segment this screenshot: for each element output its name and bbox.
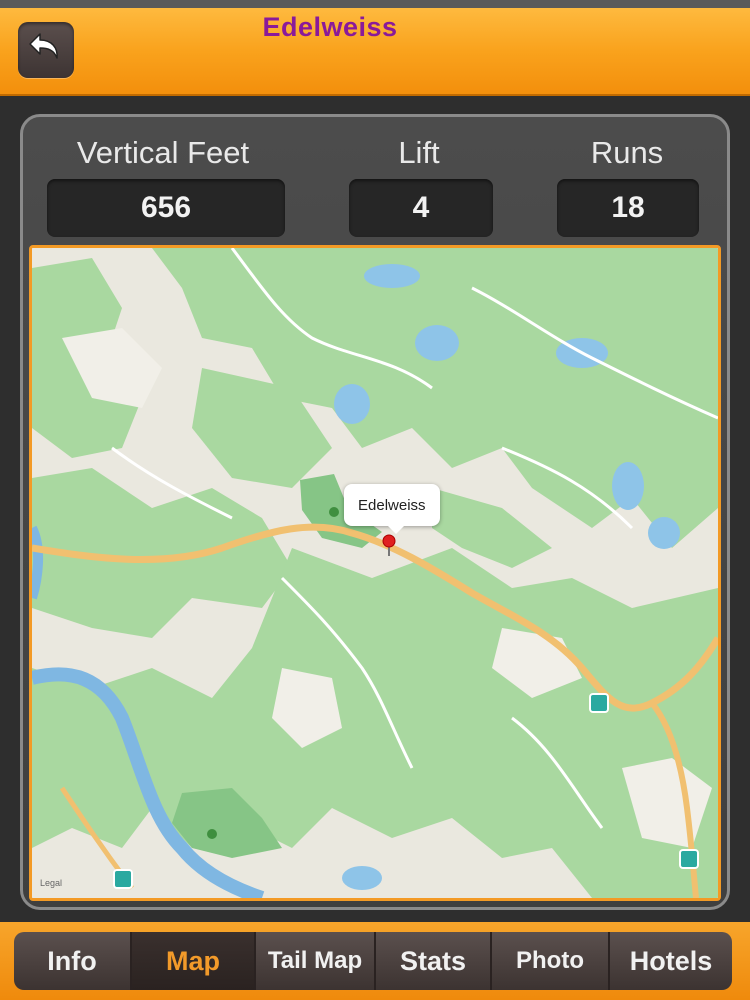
legal-link[interactable]: Legal xyxy=(40,878,62,888)
resort-panel: Vertical Feet 656 Lift 4 Runs 18 Edelwei… xyxy=(20,114,730,910)
vertical-feet-label: Vertical Feet xyxy=(76,135,250,170)
resort-map[interactable]: Edelweiss Legal xyxy=(29,245,721,901)
lift-label: Lift xyxy=(398,135,440,170)
marker-callout[interactable]: Edelweiss xyxy=(344,484,440,534)
tab-map[interactable]: Map xyxy=(132,932,256,990)
header-bar: Edelweiss xyxy=(0,0,750,96)
tab-tail-map[interactable]: Tail Map xyxy=(256,932,376,990)
vertical-feet-value: 656 xyxy=(47,179,285,237)
lift-value: 4 xyxy=(349,179,493,237)
runs-value: 18 xyxy=(557,179,699,237)
tab-stats[interactable]: Stats xyxy=(376,932,492,990)
tab-photo[interactable]: Photo xyxy=(492,932,610,990)
page-title: Edelweiss xyxy=(262,12,398,42)
runs-label: Runs xyxy=(590,135,664,170)
map-canvas xyxy=(32,248,718,898)
tab-info[interactable]: Info xyxy=(14,932,132,990)
status-strip xyxy=(0,0,750,8)
tab-bar: Info Map Tail Map Stats Photo Hotels xyxy=(0,922,750,1000)
tab-hotels[interactable]: Hotels xyxy=(610,932,732,990)
